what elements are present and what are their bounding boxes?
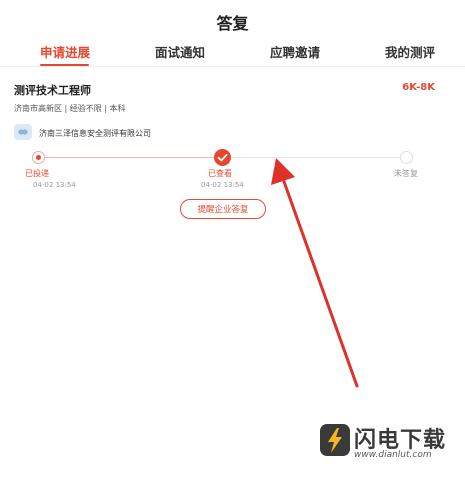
watermark: 闪电下载 www.dianlut.com [318, 420, 458, 462]
annotation-arrow [271, 158, 359, 388]
lightning-logo-icon [320, 424, 350, 456]
watermark-url: www.dianlut.com [354, 450, 432, 460]
